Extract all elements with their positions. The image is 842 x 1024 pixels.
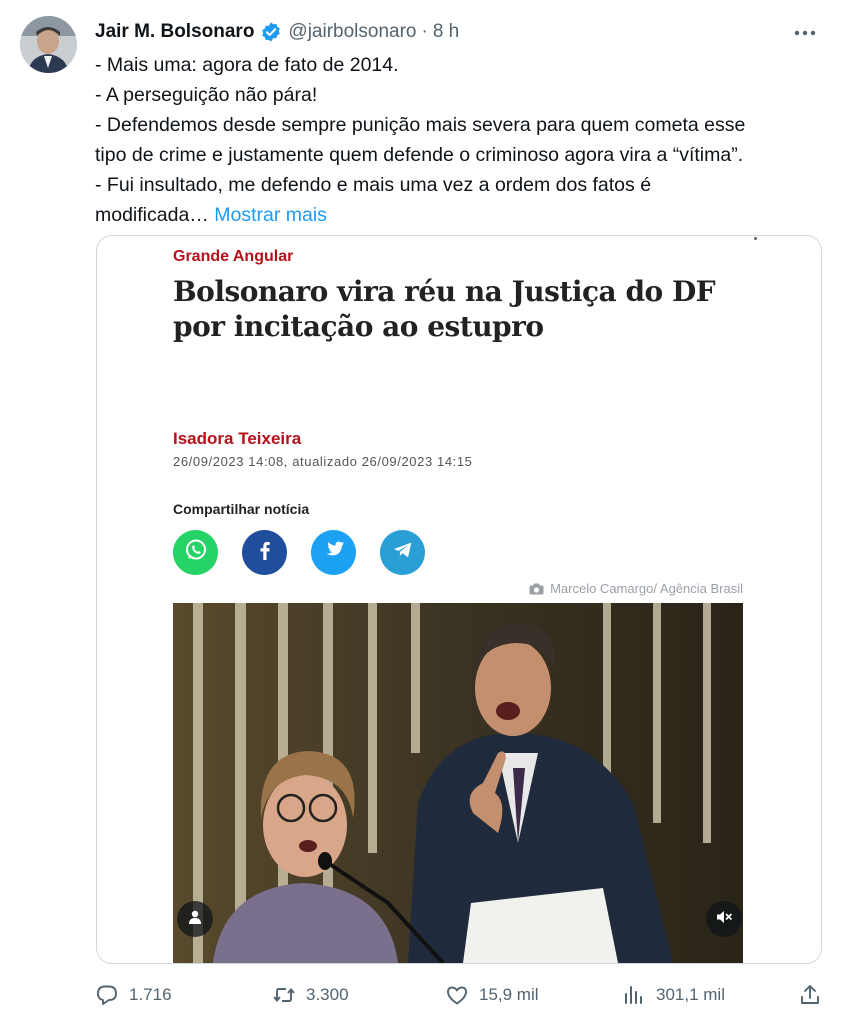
tweet-header: Jair M. Bolsonaro @jairbolsonaro · 8 h [95, 18, 459, 46]
separator-dot: · [421, 21, 428, 42]
telegram-share-button[interactable] [380, 530, 425, 575]
article-dateline: 26/09/2023 14:08, atualizado 26/09/2023 … [173, 454, 473, 469]
decorative-dot [754, 237, 757, 240]
view-count: 301,1 mil [656, 985, 725, 1004]
like-button[interactable]: 15,9 mil [445, 980, 539, 1010]
share-label: Compartilhar notícia [173, 501, 310, 517]
tagged-users-button[interactable] [177, 901, 213, 937]
tweet-text-line: - Defendemos desde sempre punição mais s… [95, 114, 746, 136]
retweet-icon [272, 983, 296, 1007]
reply-count: 1.716 [129, 985, 172, 1004]
verified-badge-icon [260, 21, 282, 43]
tweet-text-line: - A perseguição não pára! [95, 84, 318, 106]
photo-credit: Marcelo Camargo/ Agência Brasil [529, 581, 743, 596]
views-button[interactable]: 301,1 mil [622, 980, 725, 1010]
article-kicker: Grande Angular [173, 248, 294, 265]
tweet-text-line: tipo de crime e justamente quem defende … [95, 144, 744, 166]
show-more-link[interactable]: Mostrar mais [214, 204, 327, 226]
share-button[interactable] [798, 980, 822, 1010]
twitter-share-button[interactable] [311, 530, 356, 575]
reply-bubble-icon [95, 983, 119, 1007]
article-author: Isadora Teixeira [173, 429, 302, 448]
mute-button[interactable] [706, 901, 742, 937]
avatar[interactable] [20, 16, 77, 73]
tweet-text-line-last: modificada… Mostrar mais [95, 200, 825, 230]
media-card[interactable]: Grande Angular Bolsonaro vira réu na Jus… [96, 235, 822, 964]
tweet-text-line: - Fui insultado, me defendo e mais uma v… [95, 174, 652, 196]
tweet-text: - Mais uma: agora de fato de 2014. - A p… [95, 50, 825, 230]
user-icon [187, 909, 203, 930]
heart-icon [445, 983, 469, 1007]
reply-button[interactable]: 1.716 [95, 980, 172, 1010]
article-headline: Bolsonaro vira réu na Justiça do DF por … [173, 275, 716, 343]
retweet-count: 3.300 [306, 985, 349, 1004]
telegram-icon [392, 540, 414, 565]
tweet-text-line: - Mais uma: agora de fato de 2014. [95, 54, 399, 76]
whatsapp-share-button[interactable] [173, 530, 218, 575]
tweet-actions: 1.716 3.300 15,9 mil 301,1 mil [95, 980, 825, 1010]
camera-icon [529, 583, 544, 595]
news-photo[interactable] [173, 603, 743, 963]
facebook-icon [254, 539, 276, 566]
photo-credit-text: Marcelo Camargo/ Agência Brasil [550, 581, 743, 596]
share-upload-icon [798, 983, 822, 1007]
tweet-text-fragment: modificada… [95, 204, 209, 226]
more-options-button[interactable] [788, 18, 822, 46]
share-buttons [173, 530, 449, 575]
facebook-share-button[interactable] [242, 530, 287, 575]
whatsapp-icon [183, 537, 209, 568]
like-count: 15,9 mil [479, 985, 539, 1004]
retweet-button[interactable]: 3.300 [272, 980, 349, 1010]
more-horizontal-icon [794, 23, 816, 41]
volume-muted-icon [715, 908, 733, 931]
display-name[interactable]: Jair M. Bolsonaro [95, 21, 254, 43]
twitter-bird-icon [323, 540, 345, 565]
tweet-timestamp[interactable]: 8 h [433, 21, 459, 43]
user-handle[interactable]: @jairbolsonaro [288, 21, 416, 43]
analytics-bar-icon [622, 983, 646, 1007]
